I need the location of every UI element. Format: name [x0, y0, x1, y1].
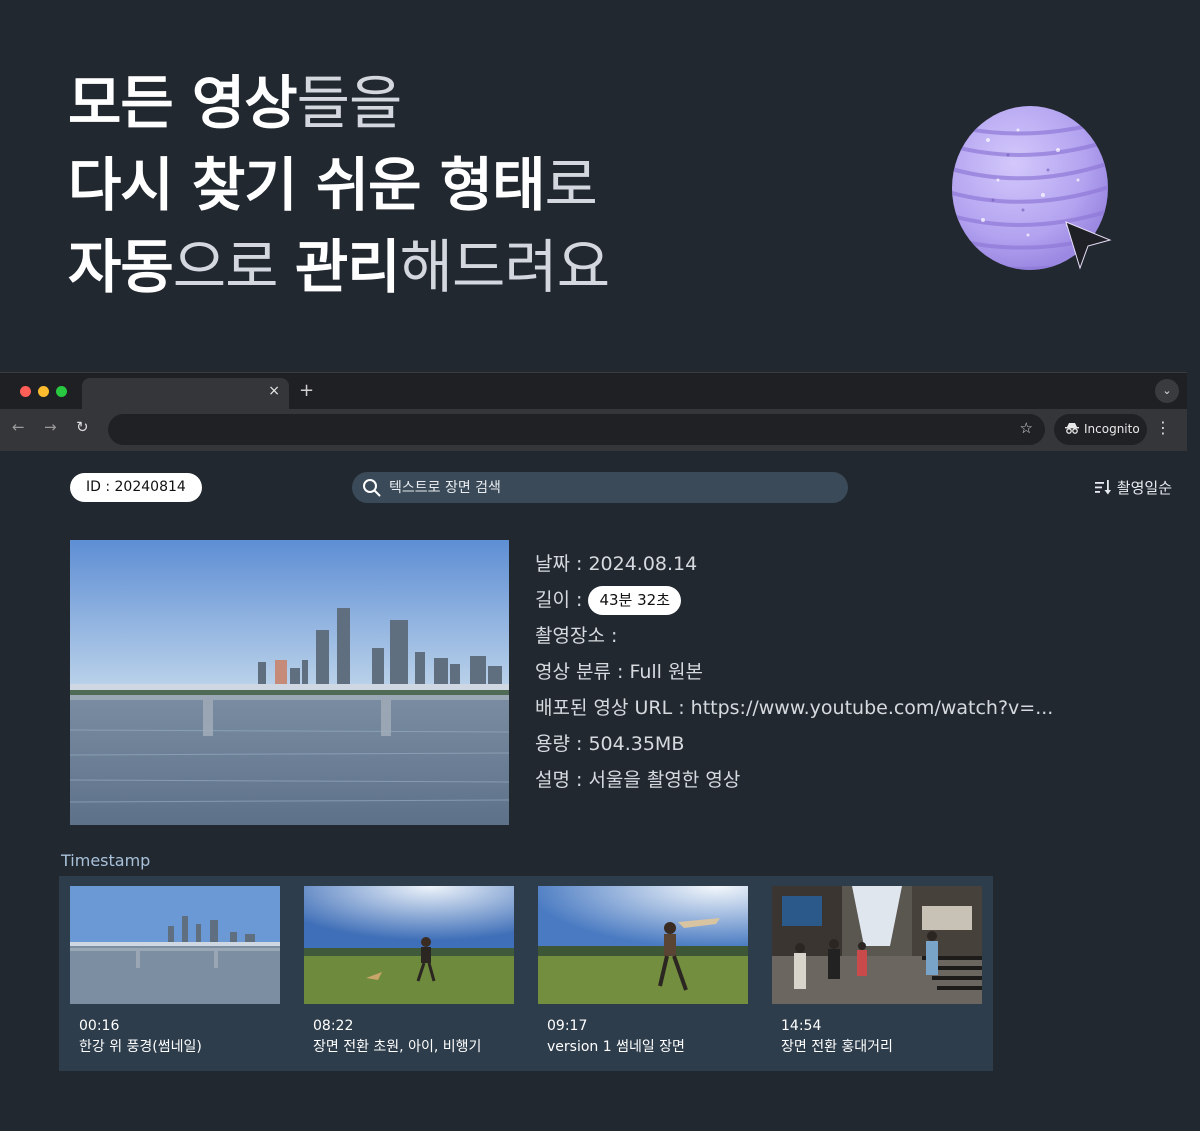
- video-metadata: 날짜 : 2024.08.14 길이 : 43분 32초 촬영장소 : 영상 분…: [535, 546, 1053, 798]
- incognito-badge[interactable]: Incognito: [1054, 414, 1147, 445]
- incognito-label: Incognito: [1084, 422, 1140, 436]
- headline-light: 해드려요: [399, 233, 610, 301]
- timestamp-time: 00:16: [79, 1018, 120, 1034]
- timestamp-thumbnail[interactable]: [70, 886, 280, 1004]
- sort-label: 촬영일순: [1116, 479, 1172, 497]
- new-tab-button[interactable]: +: [299, 380, 314, 401]
- meta-url: 배포된 영상 URL : https://www.youtube.com/wat…: [535, 697, 1054, 719]
- headline-light: 으로: [172, 233, 295, 301]
- menu-kebab-icon[interactable]: ⋮: [1155, 418, 1171, 437]
- headline-light: 들을: [296, 69, 403, 137]
- meta-size: 용량 : 504.35MB: [535, 733, 685, 755]
- search-input[interactable]: [389, 472, 829, 503]
- headline-bold: 관리: [294, 233, 401, 301]
- incognito-icon: [1065, 423, 1079, 434]
- timestamp-time: 08:22: [313, 1018, 354, 1034]
- meta-date: 날짜 : 2024.08.14: [535, 553, 698, 575]
- headline-line-1: 모든 영상들을: [68, 62, 609, 144]
- timestamp-card[interactable]: 09:17 version 1 썸네일 장면: [538, 886, 748, 1056]
- tab-search-chevron-icon[interactable]: ⌄: [1155, 379, 1179, 403]
- timestamp-thumbnail[interactable]: [538, 886, 748, 1004]
- timestamp-desc: version 1 썸네일 장면: [547, 1039, 685, 1055]
- headline: 모든 영상들을 다시 찾기 쉬운 형태로 자동으로 관리해드려요: [68, 62, 610, 308]
- tab-bar: × + ⌄: [0, 373, 1187, 409]
- timestamp-desc: 장면 전환 홍대거리: [781, 1039, 893, 1055]
- browser-tab[interactable]: ×: [82, 378, 289, 409]
- meta-location: 촬영장소 :: [535, 625, 618, 647]
- meta-length: 길이 : 43분 32초: [535, 582, 1053, 618]
- timestamp-thumbnail[interactable]: [304, 886, 514, 1004]
- window-close-button[interactable]: [20, 386, 31, 397]
- headline-light: 로: [544, 151, 597, 219]
- back-arrow-icon[interactable]: ←: [12, 418, 25, 436]
- video-main-thumbnail[interactable]: [70, 540, 509, 825]
- browser-chrome: × + ⌄ ← → ↻ ☆ Incognito ⋮: [0, 372, 1187, 451]
- timestamp-thumbnail[interactable]: [772, 886, 982, 1004]
- address-bar[interactable]: ☆: [108, 414, 1045, 445]
- timestamp-desc: 한강 위 풍경(썸네일): [79, 1039, 202, 1055]
- timestamp-panel: 00:16 한강 위 풍경(썸네일) 08:22 장면 전환 초원, 아이, 비…: [59, 876, 993, 1071]
- meta-description: 설명 : 서울을 촬영한 영상: [535, 769, 741, 791]
- headline-bold: 모든 영상: [68, 69, 298, 137]
- bookmark-star-icon[interactable]: ☆: [1020, 419, 1033, 437]
- sort-button[interactable]: 촬영일순: [1094, 477, 1172, 498]
- timestamp-heading: Timestamp: [61, 851, 151, 870]
- window-maximize-button[interactable]: [56, 386, 67, 397]
- timestamp-card[interactable]: 14:54 장면 전환 홍대거리: [772, 886, 982, 1056]
- headline-bold: 자동: [68, 233, 174, 301]
- yarn-ball-illustration: [948, 100, 1118, 275]
- browser-toolbar: ← → ↻ ☆ Incognito ⋮: [0, 409, 1187, 451]
- scene-search-bar[interactable]: [352, 472, 848, 503]
- timestamp-time: 09:17: [547, 1018, 588, 1034]
- duration-badge: 43분 32초: [588, 586, 681, 615]
- timestamp-time: 14:54: [781, 1018, 822, 1034]
- forward-arrow-icon[interactable]: →: [44, 418, 57, 436]
- meta-category: 영상 분류 : Full 원본: [535, 661, 703, 683]
- headline-line-3: 자동으로 관리해드려요: [68, 226, 610, 308]
- headline-line-2: 다시 찾기 쉬운 형태로: [68, 144, 609, 226]
- timestamp-desc: 장면 전환 초원, 아이, 비행기: [313, 1039, 482, 1055]
- sort-icon: [1094, 480, 1111, 495]
- tab-close-icon[interactable]: ×: [268, 383, 280, 399]
- window-minimize-button[interactable]: [38, 386, 49, 397]
- timestamp-card[interactable]: 08:22 장면 전환 초원, 아이, 비행기: [304, 886, 514, 1056]
- timestamp-card[interactable]: 00:16 한강 위 풍경(썸네일): [70, 886, 280, 1056]
- search-icon: [363, 479, 381, 497]
- meta-length-label: 길이 :: [535, 589, 583, 611]
- video-id-badge: ID : 20240814: [70, 473, 202, 502]
- headline-bold: 다시 찾기 쉬운 형태: [68, 151, 545, 219]
- reload-icon[interactable]: ↻: [76, 418, 89, 436]
